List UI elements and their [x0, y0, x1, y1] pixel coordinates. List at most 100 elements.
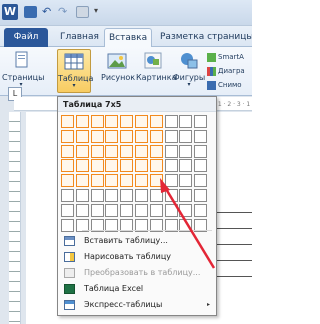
grid-cell[interactable]	[61, 203, 74, 217]
grid-cell[interactable]	[105, 174, 119, 188]
grid-cell[interactable]	[194, 159, 208, 173]
undo-icon[interactable]: ↶	[42, 6, 55, 18]
customize-qat-icon[interactable]: ▾	[94, 6, 107, 18]
grid-cell[interactable]	[61, 129, 74, 143]
grid-cell[interactable]	[120, 159, 134, 173]
grid-cell[interactable]	[135, 189, 148, 202]
grid-cell[interactable]	[61, 144, 74, 158]
tab-file[interactable]: Файл	[4, 28, 48, 47]
grid-cell[interactable]	[120, 189, 134, 202]
grid-cell[interactable]	[164, 115, 178, 128]
table-button[interactable]: Таблица ▾	[57, 49, 93, 93]
grid-cell[interactable]	[135, 203, 148, 217]
grid-cell[interactable]	[135, 159, 148, 173]
grid-cell[interactable]	[105, 144, 119, 158]
grid-cell[interactable]	[179, 144, 193, 158]
grid-cell[interactable]	[90, 203, 104, 217]
grid-cell[interactable]	[61, 218, 74, 232]
grid-cell[interactable]	[149, 115, 163, 128]
grid-cell[interactable]	[179, 174, 193, 188]
grid-cell[interactable]	[164, 129, 178, 143]
grid-cell[interactable]	[149, 174, 163, 188]
menu-item-3[interactable]: Таблица Excel	[58, 281, 216, 297]
redo-icon[interactable]: ↷	[58, 6, 71, 18]
grid-cell[interactable]	[164, 203, 178, 217]
screenshot-button[interactable]: Снимо	[207, 78, 245, 92]
grid-cell[interactable]	[75, 144, 89, 158]
grid-cell[interactable]	[194, 189, 208, 202]
grid-cell[interactable]	[194, 115, 208, 128]
grid-cell[interactable]	[135, 115, 148, 128]
clipart-button[interactable]: Картинка	[136, 49, 176, 93]
grid-cell[interactable]	[194, 174, 208, 188]
menu-item-0[interactable]: Вставить таблицу...	[58, 233, 216, 249]
grid-cell[interactable]	[90, 189, 104, 202]
quick-print-icon[interactable]	[76, 6, 89, 18]
grid-cell[interactable]	[105, 115, 119, 128]
grid-cell[interactable]	[120, 129, 134, 143]
grid-cell[interactable]	[75, 203, 89, 217]
grid-cell[interactable]	[135, 129, 148, 143]
grid-cell[interactable]	[149, 203, 163, 217]
ribbon-tabs: Файл Главная Вставка Разметка страницы	[0, 26, 252, 48]
grid-cell[interactable]	[61, 174, 74, 188]
grid-cell[interactable]	[90, 174, 104, 188]
grid-cell[interactable]	[179, 115, 193, 128]
grid-cell[interactable]	[75, 174, 89, 188]
tab-home[interactable]: Главная	[56, 28, 103, 47]
shapes-button[interactable]: Фигуры ▾	[172, 49, 206, 93]
grid-cell[interactable]	[120, 203, 134, 217]
grid-cell[interactable]	[194, 144, 208, 158]
grid-cell[interactable]	[164, 189, 178, 202]
grid-cell[interactable]	[164, 144, 178, 158]
grid-cell[interactable]	[75, 129, 89, 143]
grid-cell[interactable]	[194, 129, 208, 143]
grid-cell[interactable]	[90, 159, 104, 173]
grid-cell[interactable]	[179, 159, 193, 173]
menu-item-2[interactable]: Преобразовать в таблицу...	[58, 265, 216, 281]
grid-cell[interactable]	[61, 189, 74, 202]
grid-cell[interactable]	[75, 189, 89, 202]
grid-cell[interactable]	[105, 189, 119, 202]
menu-item-4[interactable]: Экспресс-таблицы ▸	[58, 297, 216, 313]
grid-cell[interactable]	[105, 129, 119, 143]
chart-button[interactable]: Диагра	[207, 64, 245, 78]
grid-cell[interactable]	[164, 174, 178, 188]
grid-cell[interactable]	[120, 115, 134, 128]
grid-cell[interactable]	[164, 159, 178, 173]
menu-item-label: Экспресс-таблицы	[84, 300, 163, 309]
grid-cell[interactable]	[90, 115, 104, 128]
table-icon	[64, 53, 84, 70]
grid-cell[interactable]	[179, 203, 193, 217]
grid-cell[interactable]	[179, 189, 193, 202]
grid-cell[interactable]	[149, 159, 163, 173]
grid-cell[interactable]	[75, 159, 89, 173]
picture-label: Рисунок	[101, 73, 136, 82]
grid-cell[interactable]	[135, 174, 148, 188]
picture-button[interactable]: Рисунок	[101, 49, 136, 93]
table-grid-picker[interactable]	[61, 115, 214, 243]
grid-cell[interactable]	[61, 159, 74, 173]
grid-cell[interactable]	[61, 115, 74, 128]
grid-cell[interactable]	[194, 203, 208, 217]
grid-cell[interactable]	[105, 159, 119, 173]
grid-cell[interactable]	[120, 174, 134, 188]
grid-cell[interactable]	[90, 144, 104, 158]
grid-cell[interactable]	[75, 115, 89, 128]
tab-page-layout[interactable]: Разметка страницы	[156, 28, 252, 47]
save-icon[interactable]	[24, 6, 37, 18]
grid-cell[interactable]	[90, 129, 104, 143]
grid-cell[interactable]	[149, 144, 163, 158]
grid-cell[interactable]	[105, 203, 119, 217]
menu-item-1[interactable]: Нарисовать таблицу	[58, 249, 216, 265]
word-logo-icon[interactable]: W	[2, 4, 18, 20]
grid-cell[interactable]	[135, 144, 148, 158]
grid-cell[interactable]	[149, 189, 163, 202]
vertical-ruler[interactable]	[9, 112, 21, 324]
tab-insert[interactable]: Вставка	[104, 28, 153, 48]
grid-cell[interactable]	[149, 129, 163, 143]
grid-cell[interactable]	[179, 129, 193, 143]
smartart-button[interactable]: SmartA	[207, 50, 245, 64]
clipart-icon	[144, 52, 162, 69]
grid-cell[interactable]	[120, 144, 134, 158]
